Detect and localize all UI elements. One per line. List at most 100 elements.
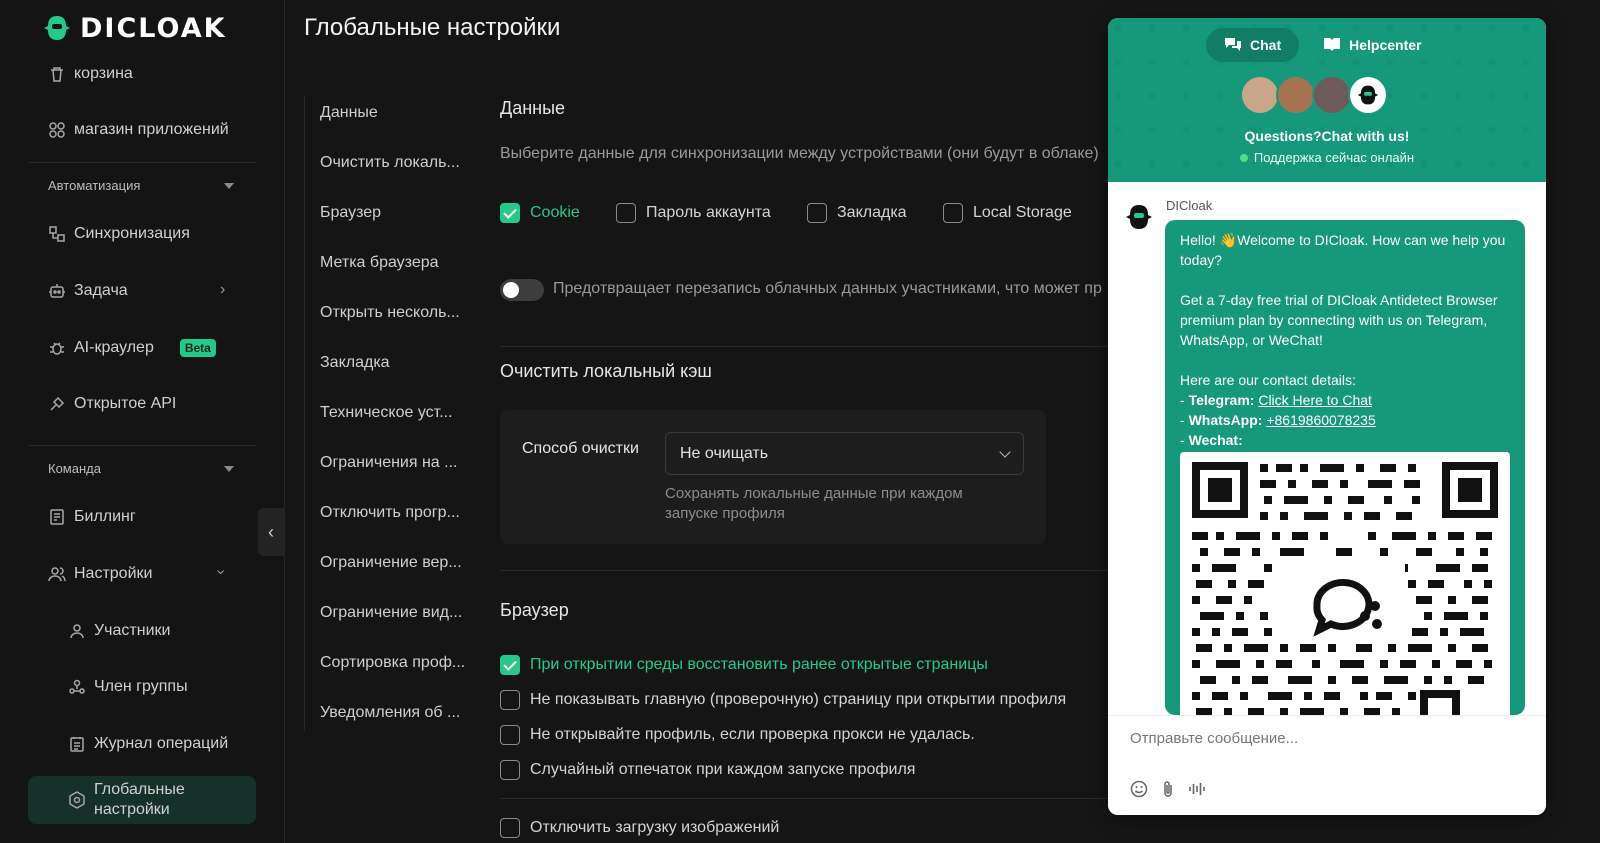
subnav-item-limits[interactable]: Ограничения на ... [320,454,457,472]
paperclip-icon[interactable] [1160,780,1176,803]
checkbox-icon [500,655,520,675]
chat-composer: Отправьте сообщение... [1108,715,1546,815]
sidebar-item-app-store[interactable]: магазин приложений [48,118,229,142]
chevron-down-icon [999,445,1011,458]
sidebar-item-members[interactable]: Участники [68,619,170,643]
sidebar-item-label: корзина [74,65,133,82]
avatar [1276,75,1316,115]
voice-icon[interactable] [1188,780,1206,803]
robot-icon [48,282,66,300]
data-description: Выберите данные для синхронизации между … [500,145,1099,162]
checkbox-random-fingerprint[interactable]: Случайный отпечаток при каждом запуске п… [500,760,915,780]
divider [28,445,256,446]
subnav-item-bookmark[interactable]: Закладка [320,354,390,372]
checkbox-disable-images[interactable]: Отключить загрузку изображений [500,818,779,838]
subnav-item-browser-label[interactable]: Метка браузера [320,254,439,272]
subnav-item-clear-cache[interactable]: Очистить локаль... [320,154,460,172]
checkbox-icon [500,725,520,745]
sidebar-item-label: магазин приложений [74,121,229,138]
logo[interactable]: DICLOAK [42,12,227,44]
section-team[interactable]: Команда [48,461,234,476]
chevron-right-icon: › [220,281,226,298]
checkbox-label: Случайный отпечаток при каждом запуске п… [530,761,916,778]
member-icon [68,622,86,640]
settings-content: Данные Выберите данные для синхронизации… [500,0,1108,843]
sidebar: DICLOAK корзина магазин приложений Автом… [0,0,285,843]
sidebar-item-billing[interactable]: Биллинг [48,505,136,529]
chat-message: Hello! 👋Welcome to DICloak. How can we h… [1165,220,1525,715]
bot-name: DICloak [1166,198,1213,213]
message-text: Get a 7-day free trial of DICloak Antide… [1180,292,1498,348]
collapse-sidebar-button[interactable]: ‹ [258,508,284,556]
tab-helpcenter[interactable]: Helpcenter [1305,28,1439,62]
checkbox-icon [500,760,520,780]
divider [500,346,1108,347]
clear-method-select[interactable]: Не очищать [665,432,1024,475]
billing-icon [48,508,66,526]
users-icon [48,565,66,583]
emoji-icon[interactable] [1130,780,1148,803]
subnav-item-notifications[interactable]: Уведомления об ... [320,704,460,722]
tab-chat[interactable]: Chat [1206,28,1300,62]
agent-avatars [1240,75,1388,115]
sidebar-item-group-member[interactable]: Член группы [68,675,188,699]
sidebar-item-task[interactable]: Задача [48,279,128,303]
divider [28,162,256,163]
wechat-qr-code [1180,452,1510,715]
chevron-down-icon: › [212,569,230,575]
composer-tools [1130,780,1206,803]
message-text: Here are our contact details: [1180,372,1356,388]
sidebar-item-label: Журнал операций [94,735,229,752]
subnav-item-disable[interactable]: Отключить прогр... [320,504,460,522]
sidebar-item-ai-crawler[interactable]: AI-краулер Beta [48,336,216,360]
checkbox-local-storage[interactable]: Local Storage [943,203,1072,223]
sidebar-item-label: Задача [74,282,128,299]
log-icon [68,735,86,753]
checkbox-icon [943,203,963,223]
sidebar-item-global-settings[interactable]: Глобальные настройки [68,780,204,820]
checkbox-icon [500,818,520,838]
whatsapp-link[interactable]: +8619860078235 [1266,412,1375,428]
sidebar-item-label: Биллинг [74,508,136,525]
sidebar-item-label: Член группы [94,678,188,695]
prevent-overwrite-toggle[interactable] [500,279,544,301]
subnav-item-device[interactable]: Техническое уст... [320,404,453,422]
checkbox-account-password[interactable]: Пароль аккаунта [616,203,771,223]
subnav-item-browser[interactable]: Браузер [320,204,381,222]
chat-header: Chat Helpcenter Questions?Chat with us! … [1108,18,1546,182]
book-icon [1323,36,1341,55]
section-label: Команда [48,461,101,476]
checkbox-label: Не открывайте профиль, если проверка про… [530,726,975,743]
message-input[interactable]: Отправьте сообщение... [1130,730,1298,747]
checkbox-bookmark[interactable]: Закладка [807,203,907,223]
section-automation[interactable]: Автоматизация [48,178,234,193]
subnav-item-sort[interactable]: Сортировка проф... [320,654,465,672]
checkbox-proxy-fail[interactable]: Не открывайте профиль, если проверка про… [500,725,975,745]
checkbox-label: Local Storage [973,204,1072,221]
sidebar-item-sync[interactable]: Синхронизация [48,222,190,246]
checkbox-label: При открытии среды восстановить ранее от… [530,656,988,673]
telegram-line: - Telegram: Click Here to Chat [1180,392,1372,408]
avatar [1312,75,1352,115]
sidebar-item-api[interactable]: Открытое API [48,392,176,416]
sidebar-item-trash[interactable]: корзина [48,62,133,86]
checkbox-hide-check-page[interactable]: Не показывать главную (проверочную) стра… [500,690,1066,710]
checkbox-cookie[interactable]: Cookie [500,203,580,223]
checkbox-restore-pages[interactable]: При открытии среды восстановить ранее от… [500,655,988,675]
clear-cache-panel: Способ очистки Не очищать Сохранять лока… [500,410,1046,544]
telegram-link[interactable]: Click Here to Chat [1258,392,1372,408]
online-dot-icon [1239,153,1248,162]
subnav-item-version-limit[interactable]: Ограничение вер... [320,554,462,572]
logo-icon [44,16,70,40]
hint-line: запуске профиля [665,505,785,522]
subnav-item-view-limit[interactable]: Ограничение вид... [320,604,462,622]
sidebar-item-operation-log[interactable]: Журнал операций [68,732,228,756]
checkbox-icon [807,203,827,223]
section-title-data: Данные [500,98,566,118]
subnav-item-open-multiple[interactable]: Открыть несколь... [320,304,460,322]
subnav-item-data[interactable]: Данные [320,104,378,122]
sidebar-item-settings[interactable]: Настройки [48,562,152,586]
divider [500,570,1108,571]
sidebar-item-label: Открытое API [74,395,177,412]
logo-text: DICLOAK [80,12,227,44]
